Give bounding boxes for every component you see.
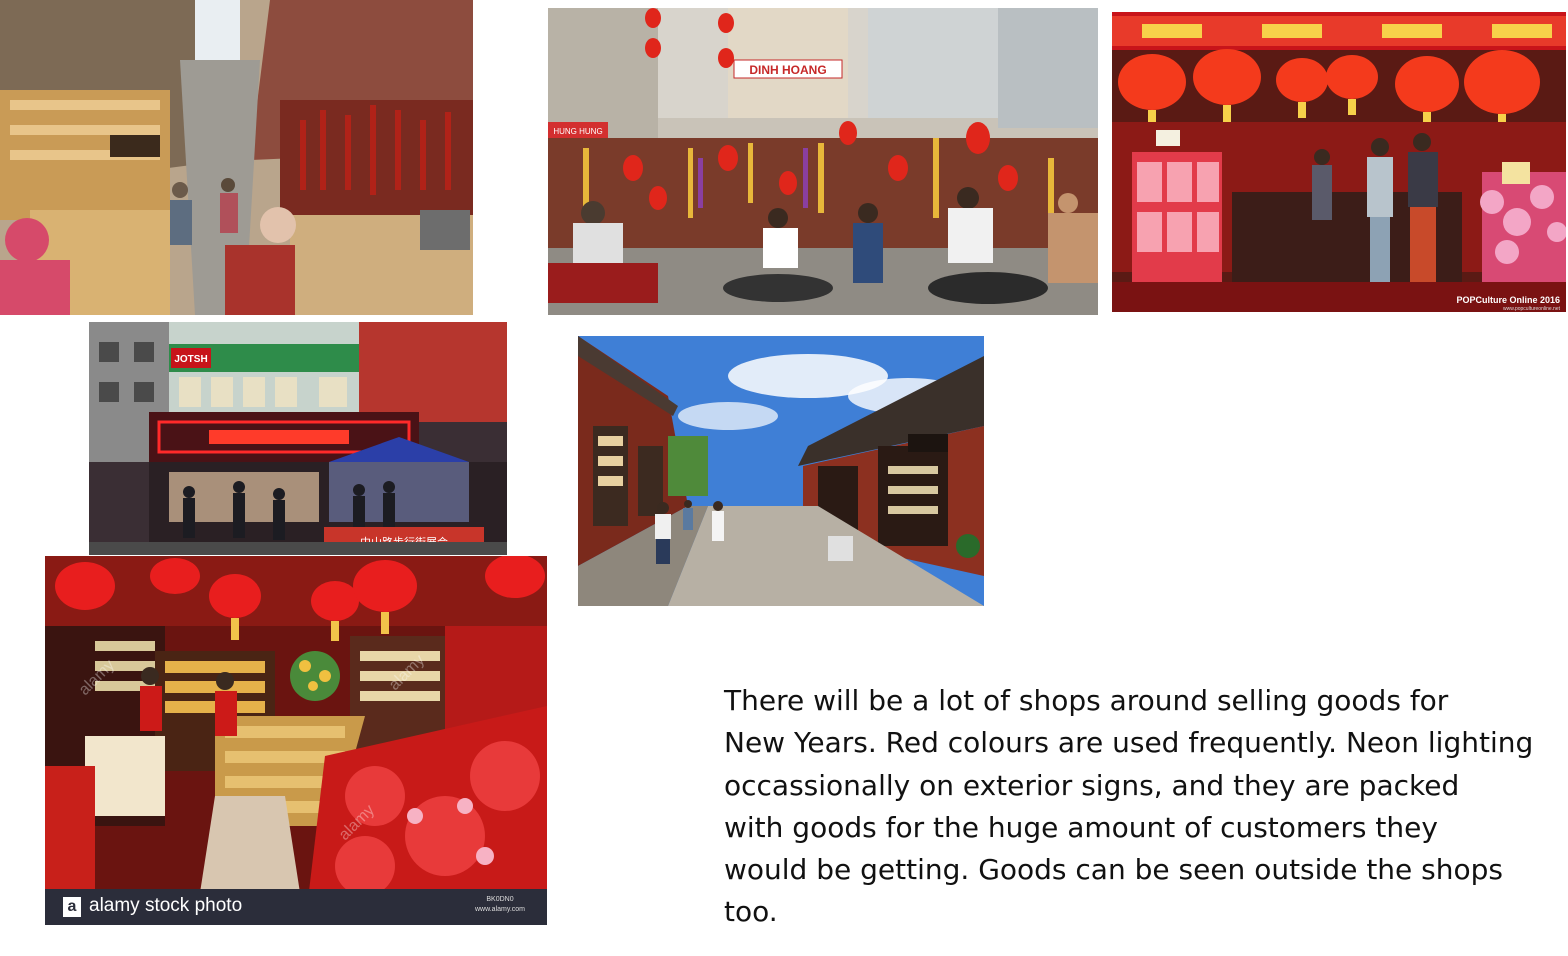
neon-sign-text: JOTSH <box>174 354 207 365</box>
stock-photo-code: BK0DN0 <box>486 896 514 903</box>
shop-sign-small-text: HUNG HUNG <box>553 127 602 136</box>
neon-street-image: JOTSH 中山路步行街展会 <box>89 322 507 555</box>
market-street-image <box>0 0 473 315</box>
caption-line: with goods for the huge amount of custom… <box>724 810 1438 844</box>
caption-text: There will be a lot of shops around sell… <box>724 680 1554 934</box>
caption-line: would be getting. Goods can be seen outs… <box>724 853 1503 887</box>
street-decorations-image: DINH HOANG HUNG HUNG <box>548 8 1098 315</box>
popculture-credit-url: www.popcultureonline.net <box>1503 306 1561 312</box>
caption-line: too. <box>724 895 778 929</box>
popculture-credit: POPCulture Online 2016 <box>1456 295 1560 305</box>
shop-sign-text: DINH HOANG <box>749 63 826 77</box>
stock-photo-id: BK0DN0 www.alamy.com <box>475 895 525 915</box>
photo-neon-street: JOTSH 中山路步行街展会 <box>89 322 507 555</box>
caption-line: New Years. Red colours are used frequent… <box>724 726 1534 760</box>
photo-street-decorations: DINH HOANG HUNG HUNG <box>548 8 1098 315</box>
caption-line: occassionally on exterior signs, and the… <box>724 768 1460 802</box>
caption-line: There will be a lot of shops around sell… <box>724 684 1449 717</box>
stock-photo-bar: a alamy stock photo BK0DN0 www.alamy.com <box>45 889 547 925</box>
photo-lantern-shop: POPCulture Online 2016 www.popcultureonl… <box>1112 12 1566 312</box>
stock-photo-label: alamy stock photo <box>89 895 243 916</box>
lantern-shop-image: POPCulture Online 2016 www.popcultureonl… <box>1112 12 1566 312</box>
photo-market-street <box>0 0 473 315</box>
photo-red-goods-shop: alamy alamy alamy a alamy stock photo BK… <box>45 556 547 925</box>
photo-old-town-street <box>578 336 984 606</box>
old-town-street-image <box>578 336 984 606</box>
stock-photo-url: www.alamy.com <box>474 906 525 913</box>
red-goods-shop-image: alamy alamy alamy <box>45 556 547 925</box>
alamy-logo-icon: a <box>63 897 81 917</box>
